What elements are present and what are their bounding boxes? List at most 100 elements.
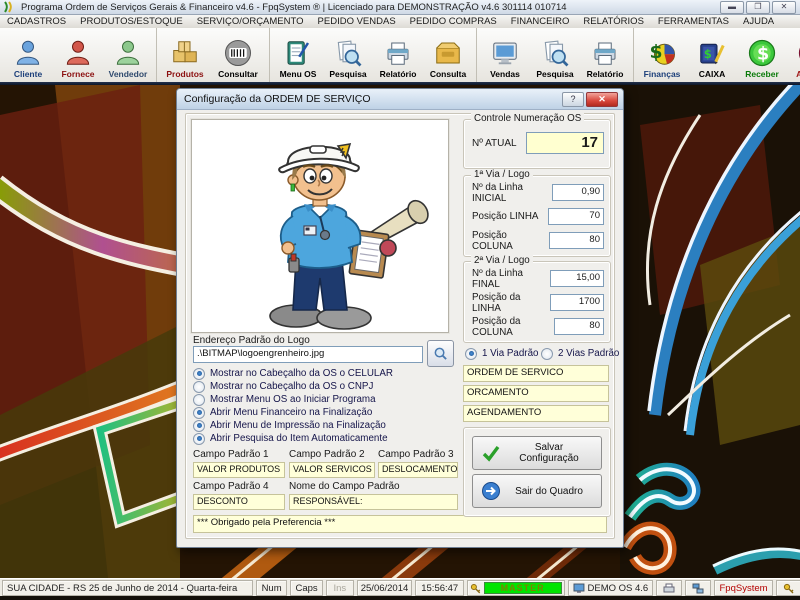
key-icon bbox=[783, 583, 795, 594]
radio-icon bbox=[193, 368, 205, 380]
toolbar-produtos-button[interactable]: Produtos bbox=[160, 29, 210, 81]
via1-row-linha: Posição LINHA70 bbox=[472, 208, 604, 225]
menu-produtos-estoque[interactable]: PRODUTOS/ESTOQUE bbox=[73, 16, 190, 27]
close-button[interactable]: ✕ bbox=[772, 1, 796, 14]
option-menu-financeiro[interactable]: Abrir Menu Financeiro na Finalização bbox=[193, 406, 372, 419]
campo2-input[interactable]: VALOR SERVICOS bbox=[289, 462, 375, 478]
menu-bar: CADASTROS PRODUTOS/ESTOQUE SERVIÇO/ORÇAM… bbox=[0, 15, 800, 29]
client-icon bbox=[13, 38, 43, 68]
via1-inicial-input[interactable]: 0,90 bbox=[552, 184, 604, 201]
num-atual-value[interactable]: 17 bbox=[526, 132, 604, 154]
status-caps: Caps bbox=[290, 580, 323, 596]
campo1-input[interactable]: VALOR PRODUTOS bbox=[193, 462, 285, 478]
menu-ajuda[interactable]: AJUDA bbox=[736, 16, 781, 27]
option-cnpj[interactable]: Mostrar no Cabeçalho da OS o CNPJ bbox=[193, 380, 373, 393]
campo3-input[interactable]: DESLOCAMENTO bbox=[378, 462, 458, 478]
toolbar-fornece-button[interactable]: Fornece bbox=[53, 29, 103, 81]
campo4-input[interactable]: DESCONTO bbox=[193, 494, 285, 510]
monitor-icon bbox=[490, 38, 520, 68]
menu-relatorios[interactable]: RELATÓRIOS bbox=[576, 16, 651, 27]
clipboard-icon bbox=[283, 38, 313, 68]
toolbar-pesquisa-os-button[interactable]: Pesquisa bbox=[323, 29, 373, 81]
toolbar-a-pagar-button[interactable]: $ A Pagar bbox=[787, 29, 800, 81]
check-icon bbox=[481, 443, 501, 463]
toolbar-pesquisa-vendas-button[interactable]: Pesquisa bbox=[530, 29, 580, 81]
doc-field-agendamento[interactable]: AGENDAMENTO bbox=[463, 405, 609, 422]
via2-row-linha: Posição da LINHA1700 bbox=[472, 294, 604, 311]
status-user-level: MASTER bbox=[467, 580, 564, 596]
via2-group-label: 2ª Via / Logo bbox=[471, 255, 533, 266]
arrow-circle-icon bbox=[481, 481, 501, 501]
nome-campo-label: Nome do Campo Padrão bbox=[289, 481, 400, 492]
toolbar-relatorio-vendas-button[interactable]: Relatório bbox=[580, 29, 630, 81]
option-menu-os-inicio[interactable]: Mostrar Menu OS ao Iniciar Programa bbox=[193, 393, 376, 406]
via2-final-input[interactable]: 15,00 bbox=[550, 270, 604, 287]
menu-pedido-compras[interactable]: PEDIDO COMPRAS bbox=[403, 16, 504, 27]
menu-financeiro[interactable]: FINANCEIRO bbox=[504, 16, 577, 27]
engineer-cartoon bbox=[192, 120, 448, 332]
radio-1-via-padrao[interactable]: 1 Via Padrão bbox=[465, 347, 538, 360]
seller-icon bbox=[113, 38, 143, 68]
search-pages-icon bbox=[540, 38, 570, 68]
dialog-help-button[interactable]: ? bbox=[562, 92, 584, 107]
radio-2-vias-padrao[interactable]: 2 Vias Padrão bbox=[541, 347, 619, 360]
app-logo-icon bbox=[3, 1, 17, 13]
dialog-titlebar[interactable]: Configuração da ORDEM DE SERVIÇO ? ✕ bbox=[177, 89, 623, 110]
minimize-button[interactable]: ▬ bbox=[720, 1, 744, 14]
via2-linha-input[interactable]: 1700 bbox=[550, 294, 604, 311]
status-ins: Ins bbox=[326, 580, 354, 596]
radio-icon bbox=[193, 433, 205, 445]
products-icon bbox=[170, 38, 200, 68]
toolbar-consulta-os-button[interactable]: Consulta bbox=[423, 29, 473, 81]
supplier-icon bbox=[63, 38, 93, 68]
dialog-close-button[interactable]: ✕ bbox=[586, 92, 618, 107]
status-key2[interactable] bbox=[776, 580, 800, 596]
status-master-badge: MASTER bbox=[484, 582, 562, 594]
toolbar-receber-button[interactable]: $ Receber bbox=[737, 29, 787, 81]
browse-logo-button[interactable] bbox=[427, 340, 454, 367]
toolbar-vendedor-button[interactable]: Vendedor bbox=[103, 29, 153, 81]
via2-coluna-input[interactable]: 80 bbox=[554, 318, 605, 335]
svg-text:$: $ bbox=[650, 42, 663, 63]
campo1-label: Campo Padrão 1 bbox=[193, 449, 269, 460]
option-menu-impressao[interactable]: Abrir Menu de Impressão na Finalização bbox=[193, 419, 386, 432]
toolbar-financas-button[interactable]: $ Finanças bbox=[637, 29, 687, 81]
restore-button[interactable]: ❐ bbox=[746, 1, 770, 14]
toolbar-menu-os-button[interactable]: Menu OS bbox=[273, 29, 323, 81]
option-pesquisa-item[interactable]: Abrir Pesquisa do Item Automaticamente bbox=[193, 432, 388, 445]
monitor-small-icon bbox=[573, 583, 585, 594]
toolbar-consultar-button[interactable]: Consultar bbox=[210, 29, 266, 81]
via2-groupbox: 2ª Via / Logo Nº da Linha FINAL15,00 Pos… bbox=[463, 261, 611, 343]
via1-coluna-input[interactable]: 80 bbox=[549, 232, 604, 249]
status-printer[interactable] bbox=[656, 580, 682, 596]
status-network[interactable] bbox=[685, 580, 711, 596]
toolbar-caixa-button[interactable]: $ CAIXA bbox=[687, 29, 737, 81]
option-celular[interactable]: Mostrar no Cabeçalho da OS o CELULAR bbox=[193, 367, 393, 380]
actions-groupbox: Salvar Configuração Sair do Quadro bbox=[463, 427, 611, 517]
exit-dialog-button[interactable]: Sair do Quadro bbox=[472, 474, 602, 508]
footer-message-input[interactable]: *** Obrigado pela Preferencia *** bbox=[193, 515, 607, 533]
network-small-icon bbox=[692, 583, 704, 594]
desktop-bottom-strip bbox=[0, 596, 800, 600]
toolbar-cliente-button[interactable]: Cliente bbox=[3, 29, 53, 81]
nome-campo-input[interactable]: RESPONSÁVEL: bbox=[289, 494, 458, 510]
doc-field-ordem-servico[interactable]: ORDEM DE SERVICO bbox=[463, 365, 609, 382]
via1-linha-input[interactable]: 70 bbox=[548, 208, 604, 225]
app-title: Programa Ordem de Serviços Gerais & Fina… bbox=[21, 2, 567, 13]
doc-field-orcamento[interactable]: ORCAMENTO bbox=[463, 385, 609, 402]
via1-row-inicial: Nº da Linha INICIAL0,90 bbox=[472, 184, 604, 201]
campo2-label: Campo Padrão 2 bbox=[289, 449, 365, 460]
radio-icon bbox=[465, 348, 477, 360]
toolbar-relatorio-os-button[interactable]: Relatório bbox=[373, 29, 423, 81]
save-config-button[interactable]: Salvar Configuração bbox=[472, 436, 602, 470]
receive-dollar-icon: $ bbox=[747, 38, 777, 68]
printer-small-icon bbox=[663, 583, 675, 594]
radio-icon bbox=[193, 381, 205, 393]
menu-servico-orcamento[interactable]: SERVIÇO/ORÇAMENTO bbox=[190, 16, 311, 27]
status-demo: DEMO OS 4.6 bbox=[568, 580, 654, 596]
menu-ferramentas[interactable]: FERRAMENTAS bbox=[651, 16, 736, 27]
toolbar-vendas-button[interactable]: Vendas bbox=[480, 29, 530, 81]
menu-cadastros[interactable]: CADASTROS bbox=[0, 16, 73, 27]
menu-pedido-vendas[interactable]: PEDIDO VENDAS bbox=[311, 16, 403, 27]
logo-path-input[interactable]: .\BITMAP\logoengrenheiro.jpg bbox=[193, 346, 423, 363]
